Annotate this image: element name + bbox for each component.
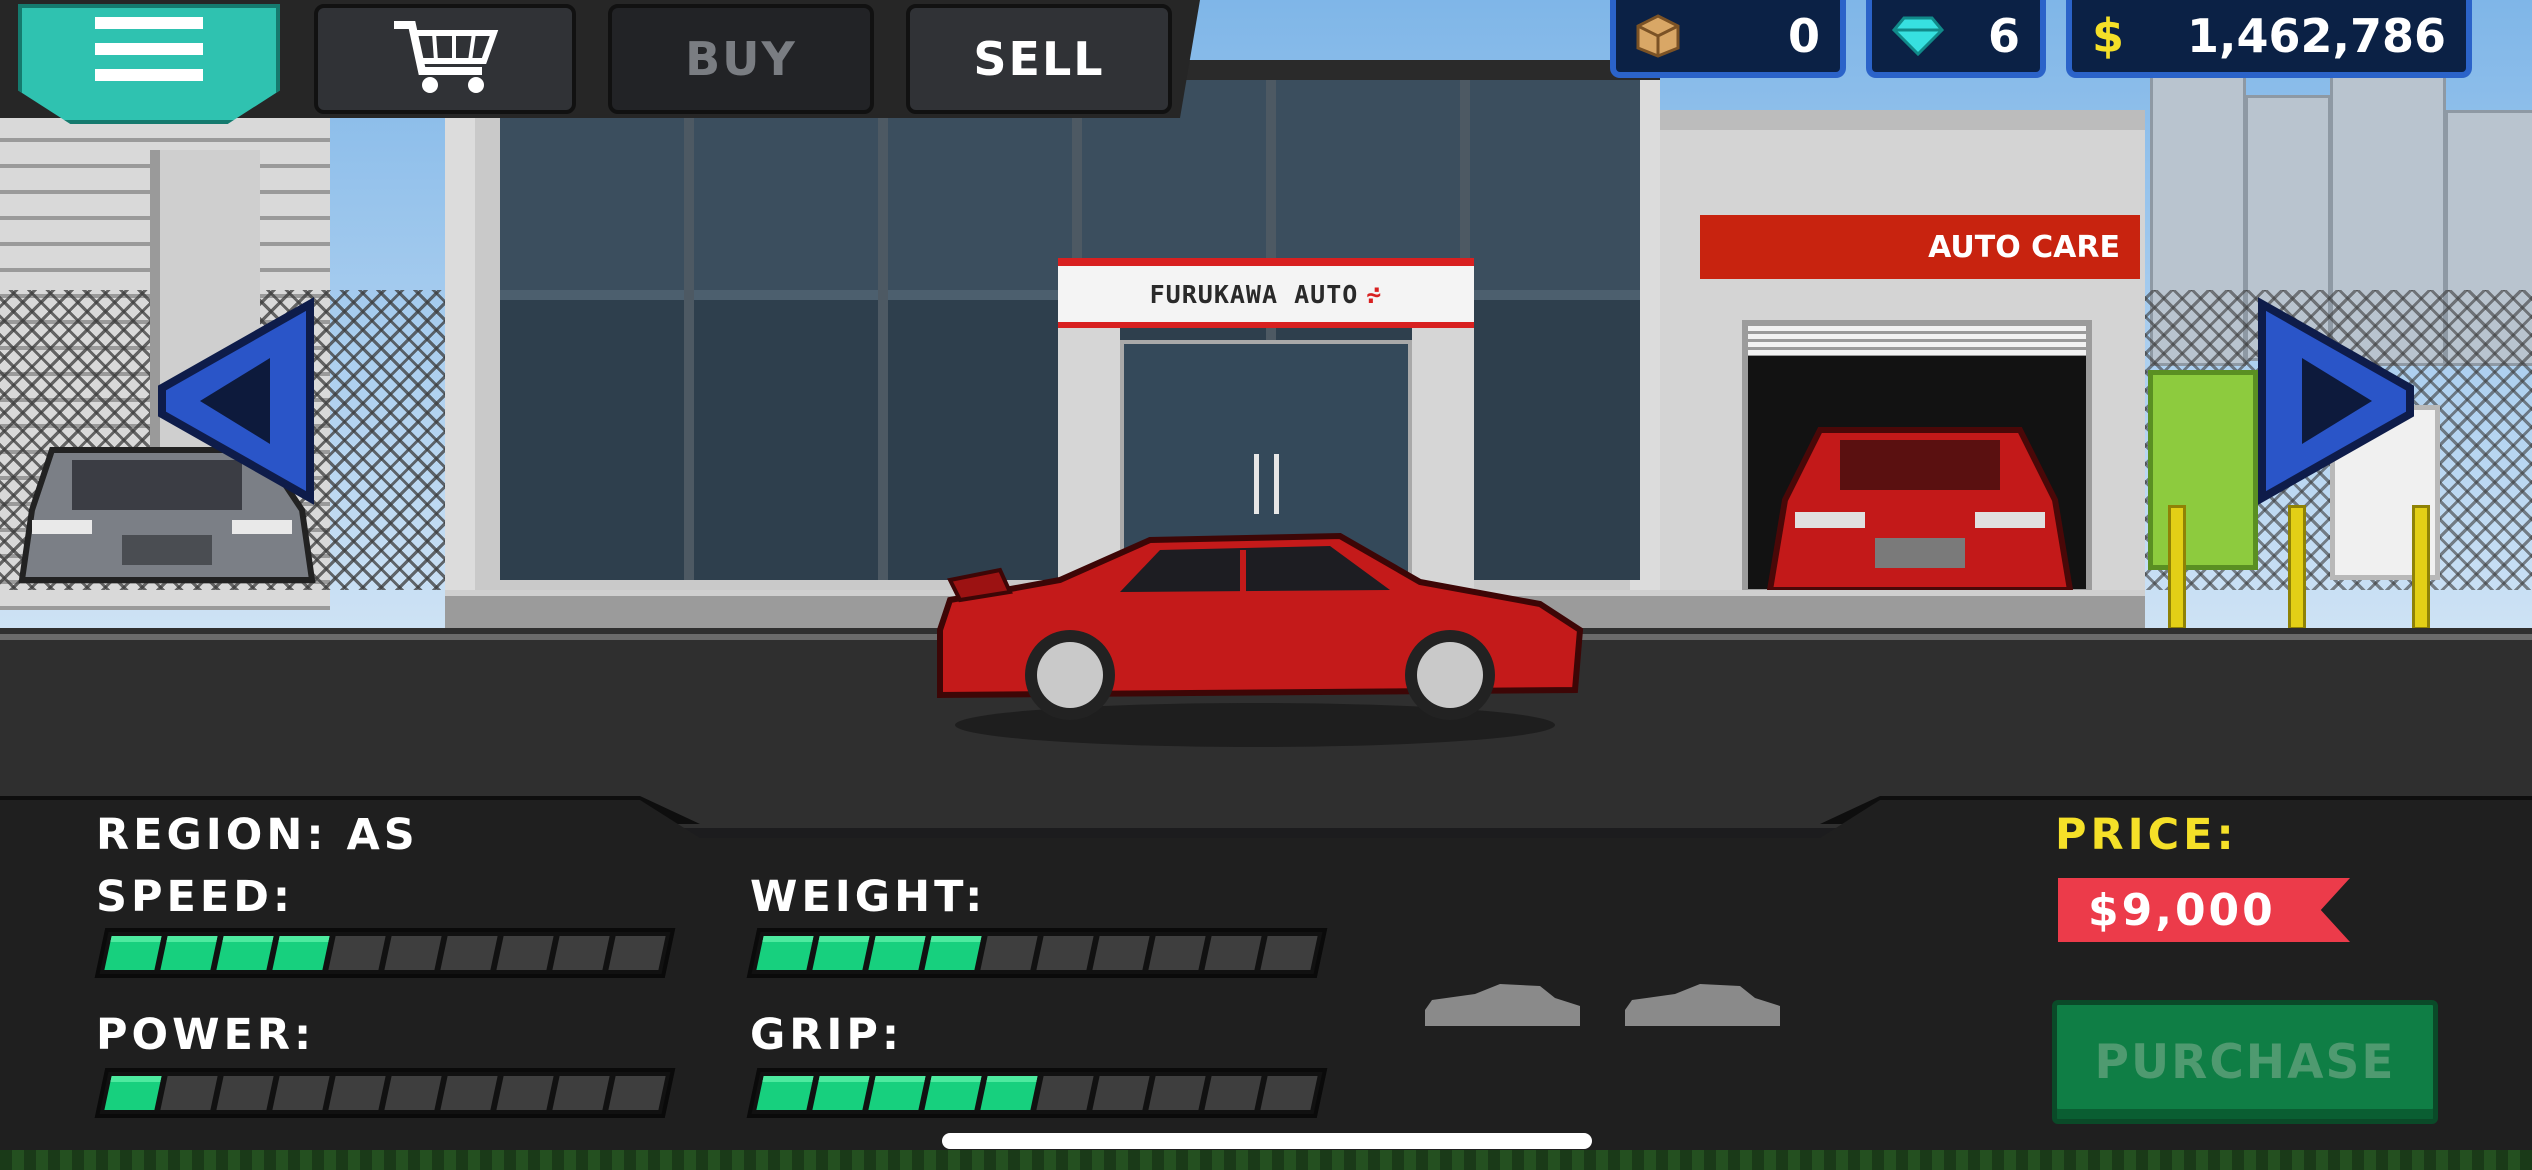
stat-bar-segment bbox=[440, 936, 498, 970]
crate-icon bbox=[1636, 14, 1680, 58]
previous-car-arrow-icon[interactable] bbox=[150, 296, 318, 506]
garage-shutter bbox=[1748, 326, 2086, 356]
garage-car bbox=[1766, 427, 2074, 593]
car-silhouette-icon bbox=[1425, 984, 1580, 1026]
stat-bar-segment bbox=[160, 936, 218, 970]
stat-bar-segment bbox=[328, 936, 386, 970]
stat-bar-segment bbox=[384, 936, 442, 970]
featured-car bbox=[937, 532, 1584, 747]
stat-bar-segment bbox=[384, 1076, 442, 1110]
stat-bar-segment bbox=[608, 1076, 666, 1110]
buy-tab[interactable]: BUY bbox=[608, 4, 874, 114]
gem-counter: 6 bbox=[1866, 0, 2046, 78]
stat-bar-segment bbox=[812, 936, 870, 970]
grip-label: GRIP: bbox=[750, 1010, 904, 1060]
car-silhouette-icon bbox=[1625, 984, 1780, 1026]
stat-bar-segment bbox=[980, 936, 1038, 970]
stat-bar-segment bbox=[496, 936, 554, 970]
gem-count: 6 bbox=[1987, 9, 2020, 63]
auto-care-text: AUTO CARE bbox=[1928, 229, 2120, 265]
bollard bbox=[2412, 505, 2430, 630]
purchase-button[interactable]: PURCHASE bbox=[2052, 1000, 2438, 1124]
stat-bar-segment bbox=[160, 1076, 218, 1110]
stat-bar-segment bbox=[1036, 936, 1094, 970]
price-label: PRICE: bbox=[2055, 810, 2238, 860]
buy-tab-label: BUY bbox=[685, 32, 797, 86]
shop-button[interactable] bbox=[314, 4, 576, 114]
power-label: POWER: bbox=[96, 1010, 316, 1060]
stat-bar-segment bbox=[496, 1076, 554, 1110]
vending-machine bbox=[2148, 370, 2258, 570]
auto-care-banner: AUTO CARE bbox=[1700, 215, 2140, 279]
grass-strip bbox=[0, 1150, 2532, 1170]
stat-bar-segment bbox=[1148, 936, 1206, 970]
stat-bar-segment bbox=[216, 1076, 274, 1110]
game-screen: FURUKAWA AUTO ⩫ AUTO CARE REGION: AS SPE… bbox=[0, 0, 2532, 1170]
region-label: REGION: bbox=[96, 810, 328, 860]
shopping-cart-icon bbox=[394, 21, 499, 93]
dollar-icon: $ bbox=[2092, 9, 2125, 63]
stat-bar-segment bbox=[756, 1076, 814, 1110]
cash-amount: 1,462,786 bbox=[2187, 9, 2446, 63]
stat-bar-segment bbox=[552, 1076, 610, 1110]
next-car-arrow-icon[interactable] bbox=[2254, 296, 2422, 506]
stat-bar-segment bbox=[1260, 1076, 1318, 1110]
stat-bar-segment bbox=[812, 1076, 870, 1110]
stat-bar-segment bbox=[756, 936, 814, 970]
dealer-logo-icon: ⩫ bbox=[1366, 279, 1383, 309]
stat-bar-segment bbox=[1036, 1076, 1094, 1110]
stat-bar-segment bbox=[868, 1076, 926, 1110]
power-bar bbox=[94, 1068, 676, 1118]
cash-counter: $ 1,462,786 bbox=[2066, 0, 2472, 78]
crate-count: 0 bbox=[1787, 9, 1820, 63]
stat-bar-segment bbox=[608, 936, 666, 970]
stat-bar-segment bbox=[924, 936, 982, 970]
stat-bar-segment bbox=[1260, 936, 1318, 970]
stat-bar-segment bbox=[1148, 1076, 1206, 1110]
speed-bar bbox=[94, 928, 676, 978]
home-indicator[interactable] bbox=[942, 1133, 1592, 1149]
region-row: REGION: AS bbox=[96, 810, 419, 860]
stat-bar-segment bbox=[216, 936, 274, 970]
stat-bar-segment bbox=[980, 1076, 1038, 1110]
sell-tab[interactable]: SELL bbox=[906, 4, 1172, 114]
stat-bar-segment bbox=[1092, 936, 1150, 970]
menu-button[interactable] bbox=[18, 4, 280, 124]
sell-tab-label: SELL bbox=[973, 32, 1105, 86]
price-value: $9,000 bbox=[2088, 884, 2276, 936]
stat-bar-segment bbox=[272, 936, 330, 970]
crate-counter: 0 bbox=[1610, 0, 1846, 78]
dealer-sign-text: FURUKAWA AUTO bbox=[1149, 279, 1359, 309]
stat-bar-segment bbox=[868, 936, 926, 970]
stat-bar-segment bbox=[1204, 1076, 1262, 1110]
region-value: AS bbox=[346, 810, 419, 860]
purchase-label: PURCHASE bbox=[2094, 1034, 2396, 1090]
dealer-sign: FURUKAWA AUTO ⩫ bbox=[1058, 258, 1474, 328]
bollard bbox=[2168, 505, 2186, 630]
price-tag: $9,000 bbox=[2058, 878, 2350, 942]
bollard bbox=[2288, 505, 2306, 630]
diamond-icon bbox=[1892, 16, 1944, 56]
stat-bar-segment bbox=[924, 1076, 982, 1110]
weight-bar bbox=[746, 928, 1328, 978]
stat-bar-segment bbox=[104, 936, 162, 970]
stat-bar-segment bbox=[440, 1076, 498, 1110]
grip-bar bbox=[746, 1068, 1328, 1118]
stat-bar-segment bbox=[272, 1076, 330, 1110]
stat-bar-segment bbox=[1092, 1076, 1150, 1110]
stat-bar-segment bbox=[1204, 936, 1262, 970]
hamburger-menu-icon bbox=[95, 17, 203, 29]
stat-bar-segment bbox=[328, 1076, 386, 1110]
weight-label: WEIGHT: bbox=[750, 872, 987, 922]
stat-bar-segment bbox=[104, 1076, 162, 1110]
speed-label: SPEED: bbox=[96, 872, 295, 922]
stat-bar-segment bbox=[552, 936, 610, 970]
